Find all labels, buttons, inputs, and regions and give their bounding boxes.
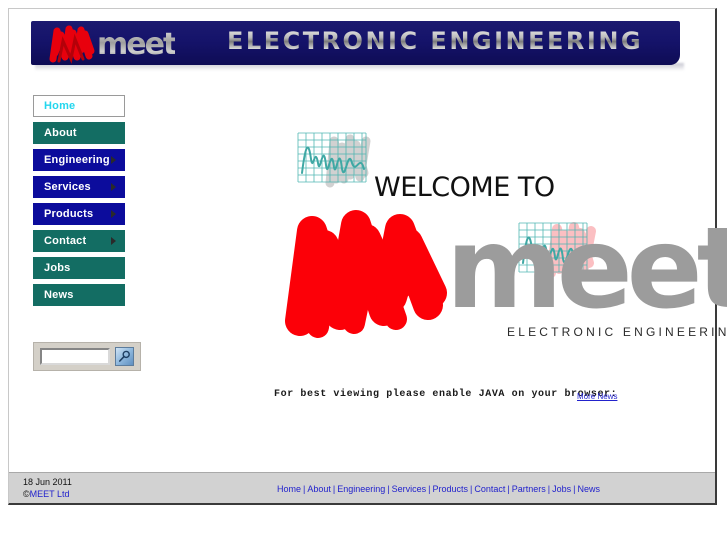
- footer-link-news[interactable]: News: [577, 484, 600, 494]
- sidebar-item-contact[interactable]: Contact: [33, 230, 125, 252]
- sidebar-item-label: Contact: [44, 235, 87, 247]
- waveform-graphic-top-icon: [297, 132, 371, 188]
- welcome-heading: WELCOME TO: [374, 172, 555, 203]
- sidebar-item-engineering[interactable]: Engineering: [33, 149, 125, 171]
- sidebar-item-label: Products: [44, 208, 94, 220]
- header-title: ELECTRONIC ENGINEERING: [227, 27, 644, 55]
- footer-link-about[interactable]: About: [307, 484, 331, 494]
- footer-link-home[interactable]: Home: [277, 484, 301, 494]
- logo-wordmark: meet: [446, 204, 727, 334]
- sidebar-nav: Home About Engineering Services Products…: [33, 95, 125, 311]
- footer-copyright: ©MEET Ltd: [23, 489, 70, 499]
- sidebar-item-home[interactable]: Home: [33, 95, 125, 117]
- sidebar-item-label: Jobs: [44, 262, 71, 274]
- footer-date: 18 Jun 2011: [23, 477, 72, 487]
- footer-links: Home | About | Engineering | Services | Products…: [277, 484, 600, 494]
- search-button[interactable]: [115, 347, 134, 366]
- logo-scribble-icon: [285, 210, 447, 338]
- footer-link-services[interactable]: Services: [392, 484, 427, 494]
- sidebar-item-label: Engineering: [44, 154, 110, 166]
- java-notice-text: For best viewing please enable JAVA on y…: [274, 389, 618, 400]
- site-footer: 18 Jun 2011 ©MEET Ltd Home | About | Enginee…: [9, 472, 715, 503]
- footer-link-contact[interactable]: Contact: [474, 484, 505, 494]
- chevron-right-icon: [111, 210, 116, 218]
- sidebar-item-services[interactable]: Services: [33, 176, 125, 198]
- sidebar-item-label: Services: [44, 181, 91, 193]
- footer-link-jobs[interactable]: Jobs: [552, 484, 571, 494]
- notice-row: For best viewing please enable JAVA on y…: [149, 387, 709, 407]
- footer-copyright-link[interactable]: MEET Ltd: [30, 489, 70, 499]
- logo-subtitle: ELECTRONIC ENGINEERING: [507, 325, 727, 339]
- main-content: WELCOME TO meet ELECTRONIC ENGINEERING: [149, 95, 727, 425]
- footer-link-products[interactable]: Products: [432, 484, 468, 494]
- site-header: meet ELECTRONIC ENGINEERING: [31, 21, 680, 65]
- chevron-right-icon: [111, 183, 116, 191]
- sidebar-item-jobs[interactable]: Jobs: [33, 257, 125, 279]
- welcome-logo-graphic: WELCOME TO meet ELECTRONIC ENGINEERING: [264, 117, 727, 367]
- sidebar-item-news[interactable]: News: [33, 284, 125, 306]
- more-news-link[interactable]: More News: [577, 392, 617, 401]
- search-box: [33, 342, 141, 371]
- header-wordmark: meet: [97, 27, 177, 62]
- sidebar-item-products[interactable]: Products: [33, 203, 125, 225]
- page-container: meet ELECTRONIC ENGINEERING Home About E…: [8, 8, 727, 505]
- search-input[interactable]: [40, 348, 110, 365]
- copyright-symbol: ©: [23, 489, 30, 499]
- sidebar-item-label: News: [44, 289, 74, 301]
- sidebar-item-about[interactable]: About: [33, 122, 125, 144]
- chevron-right-icon: [111, 156, 116, 164]
- sidebar-item-label: About: [44, 127, 77, 139]
- footer-link-partners[interactable]: Partners: [512, 484, 546, 494]
- search-icon: [118, 350, 130, 362]
- chevron-right-icon: [111, 237, 116, 245]
- footer-link-engineering[interactable]: Engineering: [337, 484, 385, 494]
- sidebar-item-label: Home: [44, 100, 76, 112]
